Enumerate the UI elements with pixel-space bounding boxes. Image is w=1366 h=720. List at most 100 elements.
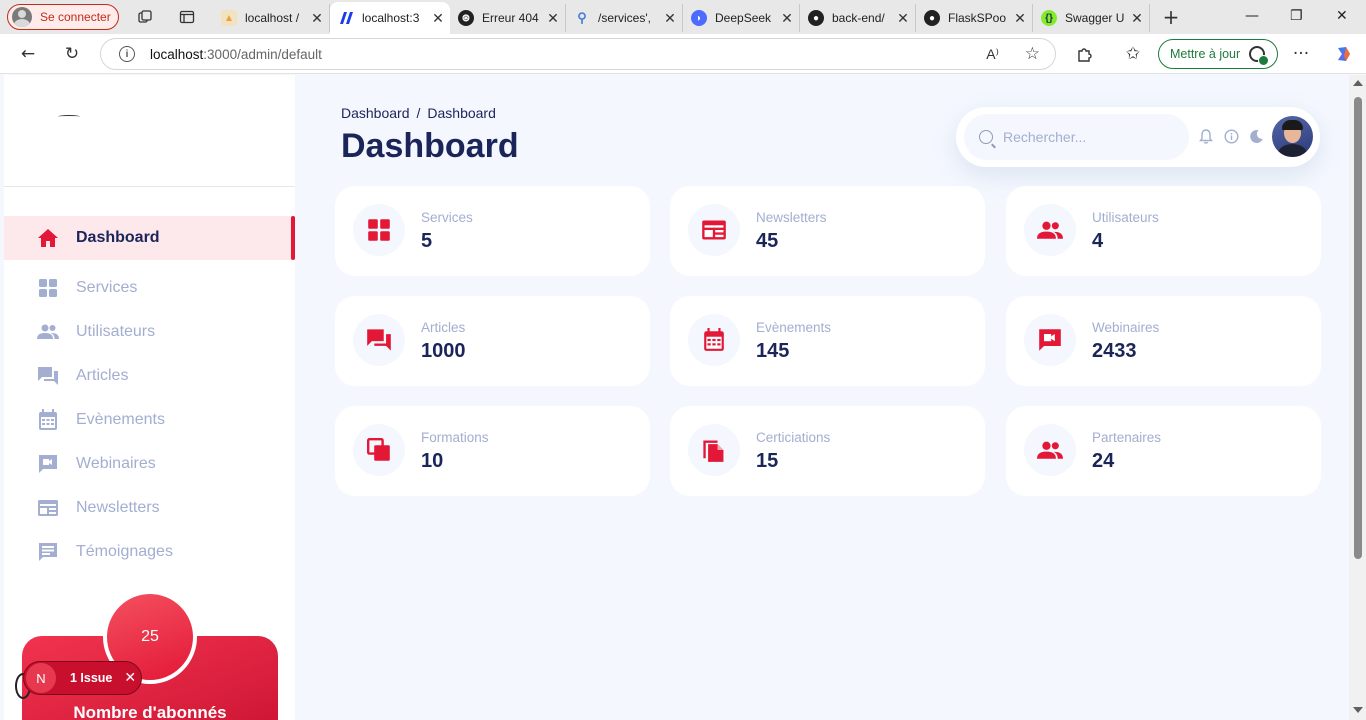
- favorites-list-icon[interactable]: ✩: [1122, 43, 1144, 65]
- stat-card-newsletters[interactable]: Newsletters 45: [670, 186, 985, 276]
- browser-tab[interactable]: ● FlaskSPoo ✕: [916, 4, 1033, 32]
- update-button[interactable]: Mettre à jour: [1158, 39, 1278, 69]
- browser-tab-active[interactable]: localhost:3 ✕: [330, 2, 450, 34]
- calendar-icon: [688, 314, 740, 366]
- tab-favicon-icon: ▲: [221, 10, 237, 26]
- stat-card-partenaires[interactable]: Partenaires 24: [1006, 406, 1321, 496]
- favorite-star-icon[interactable]: ☆: [1025, 44, 1040, 64]
- close-icon[interactable]: ✕: [124, 670, 136, 686]
- info-icon[interactable]: [1223, 128, 1239, 144]
- stat-card-services[interactable]: Services 5: [335, 186, 650, 276]
- tab-favicon-swagger-icon: {}: [1041, 10, 1057, 26]
- issue-count-label[interactable]: 1 Issue: [70, 671, 112, 685]
- tab-close-icon[interactable]: ✕: [309, 10, 325, 27]
- browser-tab-bar: Se connecter ▲ localhost / ✕ localhost:3…: [0, 0, 1366, 34]
- sidebar-item-utilisateurs[interactable]: Utilisateurs: [4, 310, 295, 354]
- tab-favicon-icon: ⊛: [458, 10, 474, 26]
- scroll-down-arrow-icon[interactable]: [1353, 707, 1363, 713]
- sidebar-logo-area: [4, 75, 295, 187]
- sidebar-item-label: Articles: [76, 367, 129, 384]
- tab-close-icon[interactable]: ✕: [430, 10, 446, 27]
- dev-issues-badge[interactable]: N 1 Issue ✕: [23, 661, 142, 695]
- more-menu-icon[interactable]: ···: [1290, 43, 1312, 65]
- scrollbar-thumb[interactable]: [1354, 97, 1362, 559]
- tab-close-icon[interactable]: ✕: [1129, 10, 1145, 27]
- browser-tab[interactable]: ● back-end/ ✕: [800, 4, 916, 32]
- sidebar-item-webinaires[interactable]: Webinaires: [4, 442, 295, 486]
- tab-label: FlaskSPoo: [948, 11, 1007, 25]
- stat-card-webinaires[interactable]: Webinaires 2433: [1006, 296, 1321, 386]
- browser-tab[interactable]: ⊛ Erreur 404 ✕: [450, 4, 566, 32]
- tab-close-icon[interactable]: ✕: [779, 10, 795, 27]
- bell-icon[interactable]: [1198, 128, 1214, 144]
- stat-label: Certiciations: [756, 430, 831, 445]
- sidebar-item-label: Services: [76, 279, 138, 296]
- stat-card-certiciations[interactable]: Certiciations 15: [670, 406, 985, 496]
- breadcrumb: Dashboard / Dashboard: [341, 105, 496, 121]
- update-label: Mettre à jour: [1170, 47, 1241, 61]
- tab-close-icon[interactable]: ✕: [895, 10, 911, 27]
- tab-label: back-end/: [832, 11, 885, 25]
- tab-label: localhost /: [245, 11, 300, 25]
- nextjs-logo-icon[interactable]: N: [26, 663, 56, 693]
- stat-card-formations[interactable]: Formations 10: [335, 406, 650, 496]
- sidebar-item-dashboard[interactable]: Dashboard: [4, 216, 295, 260]
- page-title: Dashboard: [341, 127, 519, 165]
- tab-actions-icon[interactable]: [177, 7, 197, 27]
- browser-tab[interactable]: ◗ DeepSeek ✕: [683, 4, 800, 32]
- sidebar-item-articles[interactable]: Articles: [4, 354, 295, 398]
- dashboard-page: Dashboard Services Utilisateurs Articles: [4, 75, 1349, 720]
- stat-label: Formations: [421, 430, 489, 445]
- extensions-icon[interactable]: [1074, 43, 1096, 65]
- dark-mode-moon-icon[interactable]: [1248, 128, 1264, 144]
- stat-card-evenements[interactable]: Evènements 145: [670, 296, 985, 386]
- tab-label: localhost:3: [362, 11, 420, 25]
- new-tab-plus-icon[interactable]: +: [1161, 5, 1181, 29]
- read-aloud-icon[interactable]: A⁾: [986, 46, 999, 63]
- breadcrumb-separator: /: [416, 105, 421, 121]
- tab-close-icon[interactable]: ✕: [662, 10, 678, 27]
- copilot-icon[interactable]: [1333, 43, 1355, 65]
- sidebar-item-temoignages[interactable]: Témoignages: [4, 530, 295, 574]
- tab-close-icon[interactable]: ✕: [1012, 10, 1028, 27]
- grid-icon: [353, 204, 405, 256]
- stat-label: Articles: [421, 320, 466, 335]
- subscribers-title: Nombre d'abonnés: [73, 703, 227, 720]
- address-bar[interactable]: i localhost:3000/admin/default A⁾ ☆: [100, 38, 1056, 70]
- minimize-icon[interactable]: —: [1245, 8, 1259, 24]
- stat-card-utilisateurs[interactable]: Utilisateurs 4: [1006, 186, 1321, 276]
- stat-label: Newsletters: [756, 210, 827, 225]
- avatar[interactable]: [1272, 116, 1313, 157]
- tab-close-icon[interactable]: ✕: [545, 10, 561, 27]
- site-info-icon[interactable]: i: [119, 46, 135, 62]
- close-window-icon[interactable]: ✕: [1336, 8, 1348, 24]
- stat-value: 15: [756, 450, 779, 472]
- back-arrow-icon[interactable]: ←: [17, 43, 39, 65]
- breadcrumb-current[interactable]: Dashboard: [427, 105, 496, 121]
- breadcrumb-root-link[interactable]: Dashboard: [341, 105, 410, 121]
- sync-icon: [1249, 46, 1269, 66]
- sidebar-item-newsletters[interactable]: Newsletters: [4, 486, 295, 530]
- profile-avatar-icon: [12, 7, 32, 27]
- profile-button[interactable]: Se connecter: [7, 4, 119, 30]
- stat-card-articles[interactable]: Articles 1000: [335, 296, 650, 386]
- search-input[interactable]: [1003, 129, 1173, 145]
- page-scrollbar[interactable]: [1349, 75, 1366, 720]
- workspaces-icon[interactable]: [135, 7, 155, 27]
- restore-icon[interactable]: ❐: [1290, 8, 1303, 24]
- search-box: [964, 114, 1189, 160]
- browser-tab[interactable]: ⚲ /services', ✕: [566, 4, 683, 32]
- sidebar-item-services[interactable]: Services: [4, 266, 295, 310]
- sidebar-nav: Dashboard Services Utilisateurs Articles: [4, 216, 295, 574]
- browser-tab[interactable]: ▲ localhost / ✕: [213, 4, 330, 32]
- sidebar-item-evenements[interactable]: Evènements: [4, 398, 295, 442]
- brand-logo[interactable]: [58, 115, 80, 118]
- refresh-icon[interactable]: ↻: [61, 43, 83, 65]
- tab-label: DeepSeek: [715, 11, 772, 25]
- sidebar-item-label: Témoignages: [76, 543, 173, 560]
- newsletter-icon: [688, 204, 740, 256]
- url-text[interactable]: localhost:3000/admin/default: [150, 47, 322, 62]
- scroll-up-arrow-icon[interactable]: [1353, 80, 1363, 86]
- sidebar: Dashboard Services Utilisateurs Articles: [4, 75, 295, 720]
- browser-tab[interactable]: {} Swagger U ✕: [1033, 4, 1150, 32]
